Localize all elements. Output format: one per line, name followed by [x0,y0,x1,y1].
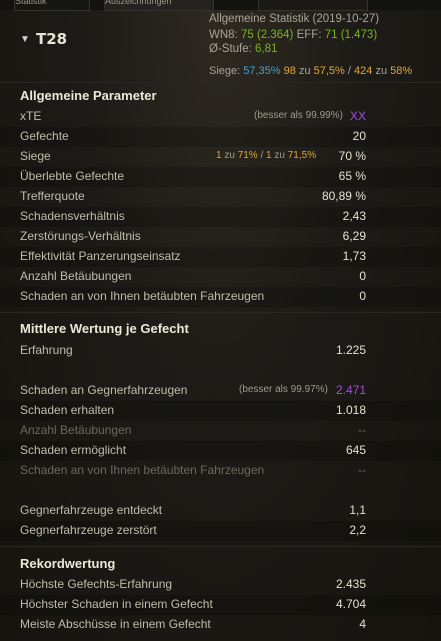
row-armor-efficiency: Effektivität Panzerungseinsatz 1,73 [0,247,441,267]
row-damage-received: Schaden erhalten 1.018 [0,401,441,421]
summary-title: Allgemeine Statistik (2019-10-27) [209,13,380,25]
row-avg-stun-damage: Schaden an von Ihnen betäubten Fahrzeuge… [20,463,366,477]
summary-tier: Ø-Stufe: 6,81 [209,43,278,55]
section-title-general: Allgemeine Parameter [20,88,157,103]
row-max-damage: Höchster Schaden in einem Gefecht 4.704 [0,595,441,615]
row-damage-ratio: Schadensverhältnis 2,43 [0,207,441,227]
vehicle-header: ▼ T28 Allgemeine Statistik (2019-10-27) … [0,10,441,82]
section-divider [0,312,441,313]
row-wins: Siege 1 zu 71% / 1 zu 71,5% 70 % [20,149,366,163]
summary-wins: Siege: 57,35% 98 zu 57,5% / 424 zu 58% [209,65,413,77]
summary-ratings: WN8: 75 (2.364) EFF: 71 (1.473) [209,29,378,41]
row-kill-ratio: Zerstörungs-Verhältnis 6,29 [20,229,366,243]
row-assisted-damage: Schaden ermöglicht 645 [0,441,441,461]
section-title-average: Mittlere Wertung je Gefecht [20,321,189,336]
row-max-kills: Meiste Abschüsse in einem Gefecht 4 [20,617,366,631]
row-avg-stuns: Anzahl Betäubungen -- [20,423,366,437]
row-stuns: Anzahl Betäubungen 0 [20,269,366,283]
row-hit-ratio: Trefferquote 80,89 % [20,189,366,203]
row-stun-damage: Schaden an von Ihnen betäubten Fahrzeuge… [0,287,441,307]
section-title-records: Rekordwertung [20,556,116,571]
row-battles: Gefechte 20 [0,127,441,147]
row-destroyed: Gegnerfahrzeuge zerstört 2,2 [0,521,441,541]
row-damage-dealt: Schaden an Gegnerfahrzeugen (besser als … [20,383,366,397]
header-divider [0,82,441,83]
vehicle-name: T28 [36,30,68,48]
row-spotted: Gegnerfahrzeuge entdeckt 1,1 [20,503,366,517]
row-experience: Erfahrung 1.225 [20,343,366,357]
section-divider [0,546,441,547]
collapse-triangle-icon[interactable]: ▼ [20,34,30,45]
row-max-xp: Höchste Gefechts-Erfahrung 2.435 [20,577,366,591]
row-survived: Überlebte Gefechte 65 % [0,167,441,187]
row-xte: xTE (besser als 99.99%) XX [20,109,366,123]
